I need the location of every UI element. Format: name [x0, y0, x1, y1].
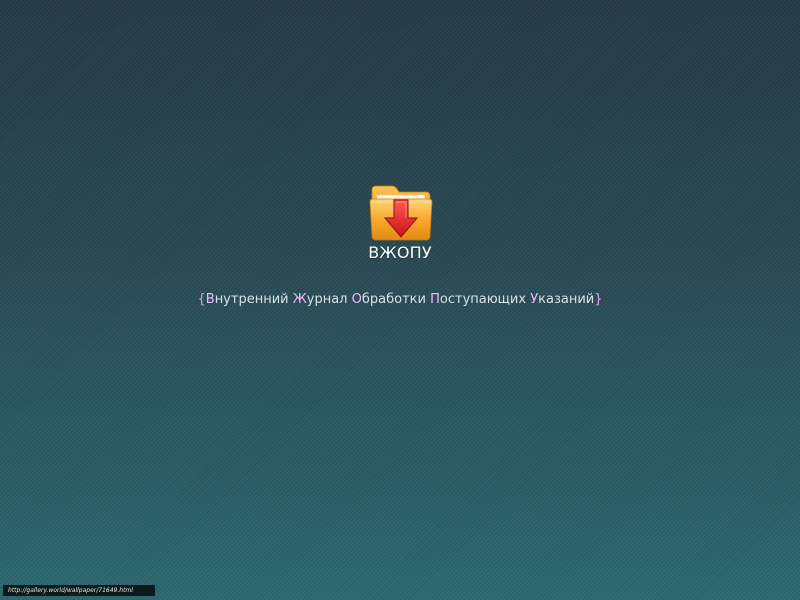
acronym-description: {Внутренний Журнал Обработки Поступающих…: [0, 292, 800, 307]
acronym-word-rest: оступающих: [439, 292, 527, 307]
acronym-letter: П: [430, 292, 440, 307]
acronym-word-rest: урнал: [306, 292, 348, 307]
acronym-word-rest: казаний: [538, 292, 595, 307]
folder-download-icon[interactable]: [368, 182, 434, 242]
acronym-letter: У: [530, 292, 539, 307]
acronym-letter: О: [351, 292, 362, 307]
watermark-url: http://gallery.world/wallpaper/71649.htm…: [3, 585, 155, 596]
folder-label: ВЖОПУ: [368, 243, 432, 262]
close-brace: }: [594, 292, 603, 307]
acronym-letter: Ж: [292, 292, 307, 307]
folder-shortcut[interactable]: ВЖОПУ: [350, 180, 450, 270]
acronym-word-rest: нутренний: [214, 292, 289, 307]
open-brace: {: [197, 292, 206, 307]
acronym-word-rest: бработки: [361, 292, 426, 307]
desktop: ВЖОПУ {Внутренний Журнал Обработки Посту…: [0, 0, 800, 600]
acronym-letter: В: [205, 292, 215, 307]
